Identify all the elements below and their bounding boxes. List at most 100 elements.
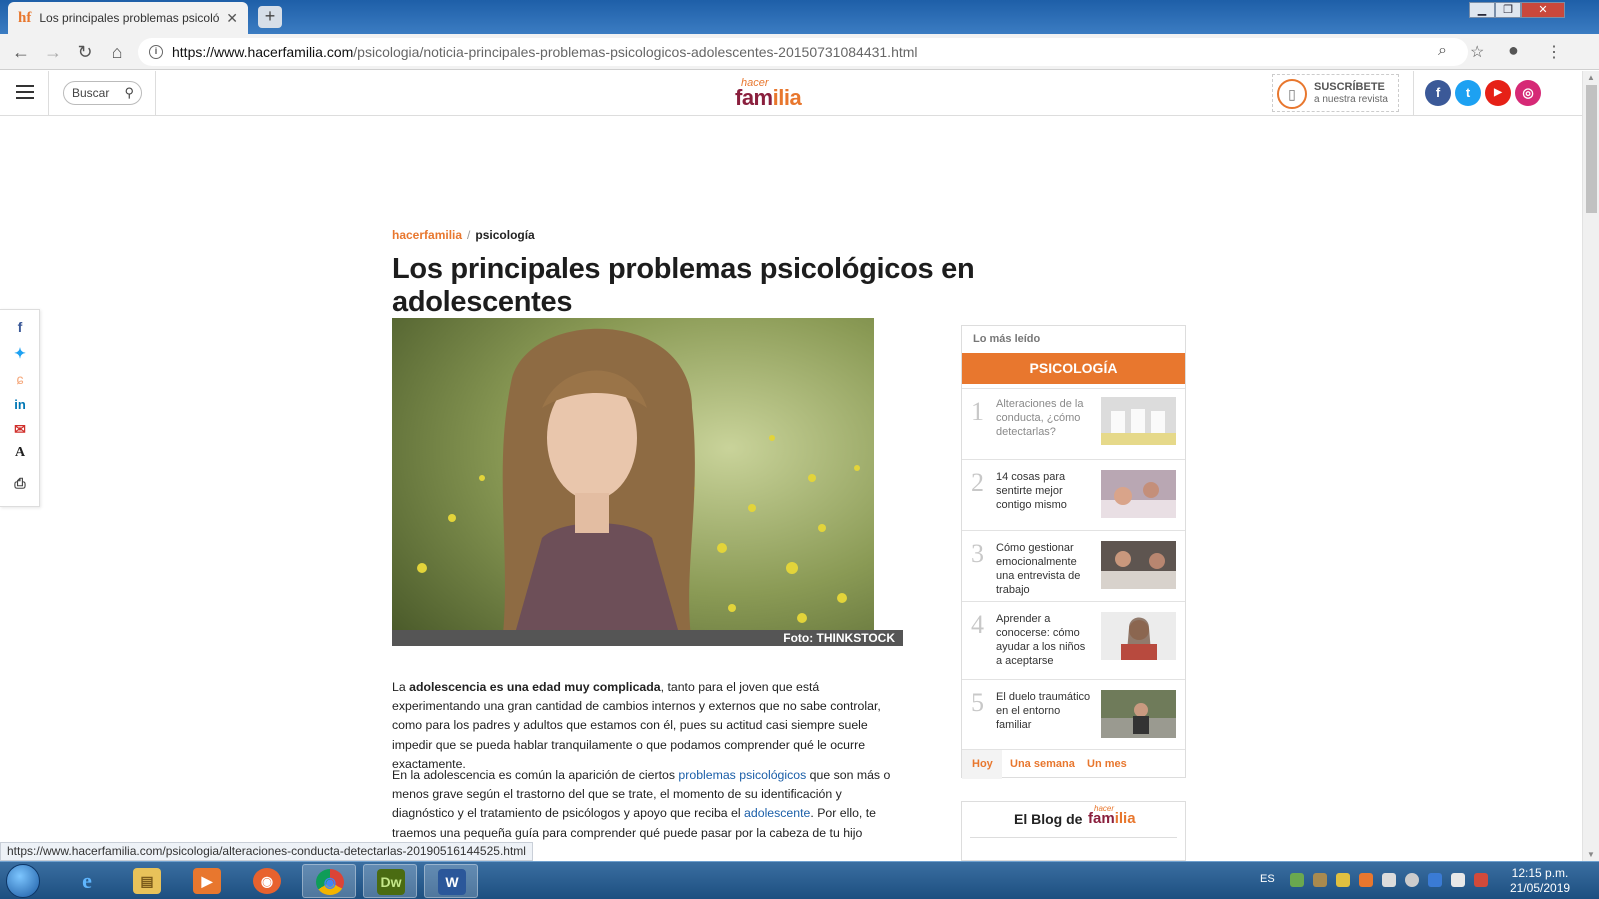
rank-thumbnail[interactable]: [1101, 612, 1176, 660]
page-scrollbar[interactable]: ▲ ▼: [1582, 71, 1599, 861]
reload-icon[interactable]: ↻: [74, 41, 96, 63]
list-item[interactable]: 3 Cómo gestionar emocionalmente una entr…: [962, 530, 1185, 601]
breadcrumb-section-link[interactable]: psicología: [475, 228, 534, 242]
share-email-icon[interactable]: ✉: [11, 420, 29, 438]
magazine-icon: ▯: [1277, 79, 1307, 109]
search-input[interactable]: Buscar ⚲: [63, 81, 142, 105]
link-adolescente[interactable]: adolescente: [744, 806, 810, 820]
scroll-down-icon[interactable]: ▼: [1587, 850, 1595, 859]
browser-tab[interactable]: hf Los principales problemas psicológico…: [8, 2, 248, 34]
account-icon[interactable]: ●: [1508, 40, 1519, 61]
tray-flag-icon[interactable]: [1474, 873, 1488, 887]
list-item[interactable]: 2 14 cosas para sentirte mejor contigo m…: [962, 459, 1185, 530]
rank-title[interactable]: Aprender a conocerse: cómo ayudar a los …: [996, 612, 1093, 668]
rank-number: 2: [971, 468, 984, 497]
rank-thumbnail[interactable]: [1101, 690, 1176, 738]
category-header[interactable]: PSICOLOGÍA: [962, 353, 1185, 384]
taskbar: e ▤ ▶ ◉ ◉ Dw W ES 12:15 p.m. 21/05/2019: [0, 861, 1599, 899]
share-twitter-icon[interactable]: ✦: [11, 344, 29, 362]
window-minimize-button[interactable]: ▁: [1469, 2, 1495, 18]
zoom-icon[interactable]: ⌕: [1438, 42, 1447, 60]
folder-icon: ▤: [133, 868, 161, 894]
article-title: Los principales problemas psicológicos e…: [392, 253, 975, 318]
taskbar-file-explorer[interactable]: ▤: [120, 864, 174, 898]
logo-text-a: fam: [735, 85, 773, 110]
address-bar[interactable]: i https://www.hacerfamilia.com/psicologi…: [138, 38, 1468, 66]
browser-toolbar: ← → ↻ ⌂ i https://www.hacerfamilia.com/p…: [0, 34, 1599, 70]
subscribe-button[interactable]: ▯ SUSCRÍBETE a nuestra revista: [1272, 74, 1399, 112]
tray-update-icon[interactable]: [1359, 873, 1373, 887]
list-item[interactable]: 1 Alteraciones de la conducta, ¿cómo det…: [962, 388, 1185, 459]
scroll-up-icon[interactable]: ▲: [1587, 73, 1595, 82]
taskbar-firefox[interactable]: ◉: [240, 864, 294, 898]
breadcrumb-home-link[interactable]: hacerfamilia: [392, 228, 462, 242]
taskbar-clock[interactable]: 12:15 p.m. 21/05/2019: [1510, 866, 1570, 896]
article-photo: [392, 318, 874, 644]
rank-thumbnail[interactable]: [1101, 470, 1176, 518]
print-icon[interactable]: ⎙: [11, 474, 29, 492]
share-facebook-icon[interactable]: f: [11, 318, 29, 336]
taskbar-chrome[interactable]: ◉: [302, 864, 356, 898]
rank-thumbnail[interactable]: [1101, 397, 1176, 445]
rank-number: 1: [971, 397, 984, 426]
share-meneame-icon[interactable]: ɕ: [11, 370, 29, 388]
tray-network-icon[interactable]: [1405, 873, 1419, 887]
clock-time: 12:15 p.m.: [1511, 866, 1569, 880]
home-icon[interactable]: ⌂: [106, 41, 128, 63]
blog-widget[interactable]: El Blog de hacer familia: [961, 801, 1186, 861]
header-youtube-icon[interactable]: ▶: [1485, 80, 1511, 106]
window-restore-button[interactable]: ❐: [1495, 2, 1521, 18]
tray-display-icon[interactable]: [1451, 873, 1465, 887]
volume-icon[interactable]: [1382, 873, 1396, 887]
share-linkedin-icon[interactable]: in: [11, 396, 29, 414]
bookmark-star-icon[interactable]: ☆: [1470, 42, 1484, 62]
taskbar-internet-explorer[interactable]: e: [60, 864, 114, 898]
header-facebook-icon[interactable]: f: [1425, 80, 1451, 106]
link-problemas-psicologicos[interactable]: problemas psicológicos: [678, 768, 806, 782]
tray-notification-icon[interactable]: [1336, 873, 1350, 887]
tab-un-mes[interactable]: Un mes: [1087, 758, 1127, 770]
taskbar-media-player[interactable]: ▶: [180, 864, 234, 898]
hamburger-menu-icon[interactable]: [16, 85, 34, 99]
status-url-tooltip: https://www.hacerfamilia.com/psicologia/…: [0, 842, 533, 861]
tray-app-icon[interactable]: [1313, 873, 1327, 887]
tab-close-icon[interactable]: ✕: [226, 10, 238, 27]
menu-dots-icon[interactable]: ⋮: [1546, 42, 1562, 62]
window-close-button[interactable]: ✕: [1521, 2, 1565, 18]
header-twitter-icon[interactable]: t: [1455, 80, 1481, 106]
site-header: Buscar ⚲ hacer familia ▯ SUSCRÍBETE a nu…: [0, 71, 1582, 116]
article-paragraph-2: En la adolescencia es común la aparición…: [392, 766, 904, 843]
taskbar-dreamweaver[interactable]: Dw: [363, 864, 417, 898]
scrollbar-thumb[interactable]: [1586, 85, 1597, 213]
language-indicator[interactable]: ES: [1260, 873, 1275, 885]
back-icon[interactable]: ←: [10, 41, 32, 63]
word-icon: W: [438, 869, 466, 895]
tab-una-semana[interactable]: Una semana: [1010, 758, 1075, 770]
font-size-icon[interactable]: A: [11, 444, 29, 462]
rank-thumbnail[interactable]: [1101, 541, 1176, 589]
rank-title[interactable]: Cómo gestionar emocionalmente una entrev…: [996, 541, 1093, 597]
rank-title[interactable]: 14 cosas para sentirte mejor contigo mis…: [996, 470, 1093, 512]
blog-logo-a: fam: [1088, 810, 1115, 827]
most-read-label: Lo más leído: [973, 333, 1041, 345]
forward-icon[interactable]: →: [42, 41, 64, 63]
rank-number: 5: [971, 688, 984, 717]
blog-label: El Blog de: [1014, 811, 1083, 827]
tray-security-icon[interactable]: [1290, 873, 1304, 887]
internet-explorer-icon: e: [82, 868, 92, 893]
tab-hoy[interactable]: Hoy: [972, 758, 993, 770]
list-item[interactable]: 5 El duelo traumático en el entorno fami…: [962, 679, 1185, 750]
start-button[interactable]: [6, 864, 40, 898]
site-info-icon[interactable]: i: [149, 45, 163, 59]
rank-title[interactable]: El duelo traumático en el entorno famili…: [996, 690, 1093, 732]
taskbar-word[interactable]: W: [424, 864, 478, 898]
header-instagram-icon[interactable]: ◎: [1515, 80, 1541, 106]
search-icon[interactable]: ⚲: [124, 82, 134, 104]
list-item[interactable]: 4 Aprender a conocerse: cómo ayudar a lo…: [962, 601, 1185, 679]
new-tab-button[interactable]: +: [258, 6, 282, 28]
rank-number: 3: [971, 539, 984, 568]
tray-bluetooth-icon[interactable]: [1428, 873, 1442, 887]
article-paragraph-1: La adolescencia es una edad muy complica…: [392, 678, 904, 774]
site-logo[interactable]: hacer familia: [735, 77, 815, 111]
rank-title[interactable]: Alteraciones de la conducta, ¿cómo detec…: [996, 397, 1093, 439]
